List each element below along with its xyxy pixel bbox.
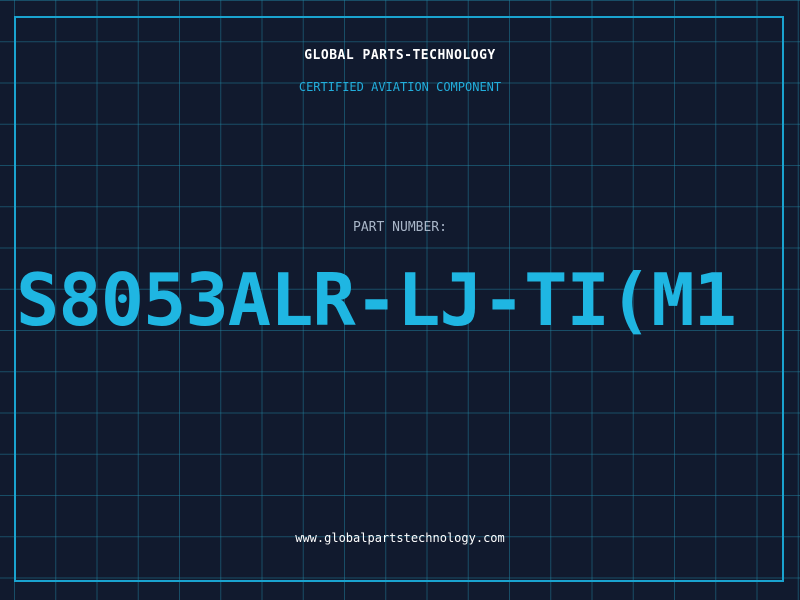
certification-subtitle: CERTIFIED AVIATION COMPONENT xyxy=(298,80,502,94)
company-name: GLOBAL PARTS-TECHNOLOGY xyxy=(304,48,496,63)
website-url: www.globalpartstechnology.com xyxy=(295,531,505,545)
part-number-value: S8053ALR-LJ-TI(M1 xyxy=(16,258,737,342)
part-number-label: PART NUMBER: xyxy=(353,220,447,235)
